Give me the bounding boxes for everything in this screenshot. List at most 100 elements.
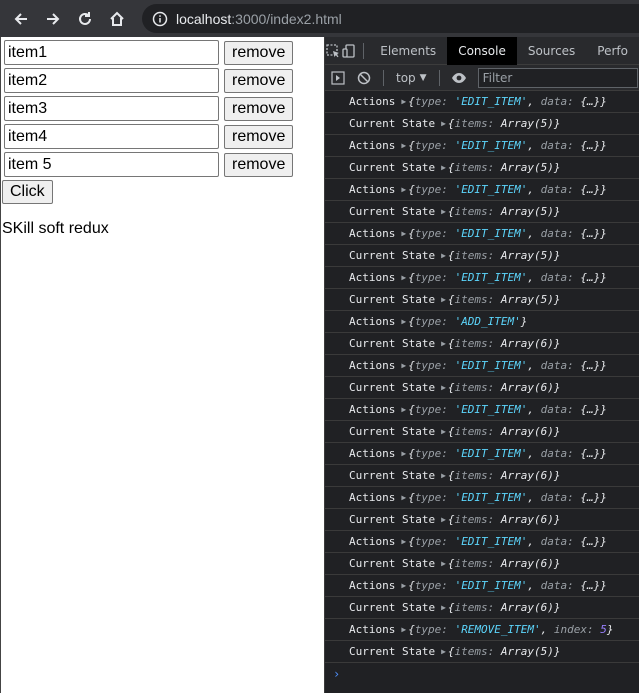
expand-triangle-icon[interactable]: ▶: [441, 383, 446, 392]
console-row[interactable]: Actions ▶ {type: 'REMOVE_ITEM', index: 5}: [325, 619, 639, 641]
console-row[interactable]: Current State ▶ {items: Array(6)}: [325, 377, 639, 399]
expand-triangle-icon[interactable]: ▶: [441, 515, 446, 524]
log-object[interactable]: {type: 'EDIT_ITEM', data: {…}}: [408, 579, 607, 592]
expand-triangle-icon[interactable]: ▶: [401, 97, 406, 106]
expand-triangle-icon[interactable]: ▶: [441, 119, 446, 128]
log-object[interactable]: {type: 'EDIT_ITEM', data: {…}}: [408, 271, 607, 284]
console-row[interactable]: Current State ▶ {items: Array(6)}: [325, 465, 639, 487]
address-bar[interactable]: localhost:3000/index2.html: [142, 4, 639, 33]
console-row[interactable]: Current State ▶ {items: Array(6)}: [325, 553, 639, 575]
console-row[interactable]: Current State ▶ {items: Array(5)}: [325, 157, 639, 179]
console-row[interactable]: Current State ▶ {items: Array(5)}: [325, 201, 639, 223]
console-row[interactable]: Actions ▶ {type: 'EDIT_ITEM', data: {…}}: [325, 575, 639, 597]
log-object[interactable]: {items: Array(6)}: [448, 513, 561, 526]
remove-button[interactable]: remove: [224, 152, 294, 177]
reload-button[interactable]: [74, 8, 96, 30]
console-row[interactable]: Current State ▶ {items: Array(5)}: [325, 245, 639, 267]
remove-button[interactable]: remove: [224, 68, 294, 93]
console-row[interactable]: Current State ▶ {items: Array(6)}: [325, 333, 639, 355]
console-row[interactable]: Current State ▶ {items: Array(6)}: [325, 509, 639, 531]
tab-performance[interactable]: Perfo: [586, 37, 639, 65]
console-row[interactable]: Current State ▶ {items: Array(5)}: [325, 113, 639, 135]
sidebar-toggle-icon[interactable]: [325, 65, 351, 91]
log-object[interactable]: {type: 'EDIT_ITEM', data: {…}}: [408, 535, 607, 548]
expand-triangle-icon[interactable]: ▶: [441, 427, 446, 436]
expand-triangle-icon[interactable]: ▶: [401, 185, 406, 194]
console-row[interactable]: Current State ▶ {items: Array(6)}: [325, 421, 639, 443]
expand-triangle-icon[interactable]: ▶: [441, 559, 446, 568]
forward-button[interactable]: [42, 8, 64, 30]
item-input[interactable]: [4, 152, 219, 177]
log-object[interactable]: {type: 'EDIT_ITEM', data: {…}}: [408, 447, 607, 460]
clear-console-icon[interactable]: [351, 65, 377, 91]
remove-button[interactable]: remove: [224, 40, 294, 65]
console-row[interactable]: Actions ▶ {type: 'EDIT_ITEM', data: {…}}: [325, 135, 639, 157]
expand-triangle-icon[interactable]: ▶: [401, 273, 406, 282]
log-object[interactable]: {type: 'ADD_ITEM'}: [408, 315, 527, 328]
filter-input[interactable]: Filter: [477, 67, 638, 88]
expand-triangle-icon[interactable]: ▶: [401, 405, 406, 414]
log-object[interactable]: {items: Array(5)}: [448, 161, 561, 174]
log-object[interactable]: {items: Array(5)}: [448, 117, 561, 130]
console-row[interactable]: Current State ▶ {items: Array(5)}: [325, 641, 639, 663]
console-row[interactable]: Actions ▶ {type: 'EDIT_ITEM', data: {…}}: [325, 487, 639, 509]
log-object[interactable]: {items: Array(6)}: [448, 601, 561, 614]
log-object[interactable]: {items: Array(5)}: [448, 205, 561, 218]
tab-elements[interactable]: Elements: [369, 37, 447, 65]
log-object[interactable]: {items: Array(6)}: [448, 469, 561, 482]
expand-triangle-icon[interactable]: ▶: [401, 141, 406, 150]
expand-triangle-icon[interactable]: ▶: [441, 163, 446, 172]
home-button[interactable]: [106, 8, 128, 30]
tab-console[interactable]: Console: [447, 36, 517, 65]
console-row[interactable]: Actions ▶ {type: 'EDIT_ITEM', data: {…}}: [325, 443, 639, 465]
item-input[interactable]: [4, 40, 219, 65]
console-row[interactable]: Actions ▶ {type: 'EDIT_ITEM', data: {…}}: [325, 531, 639, 553]
console-row[interactable]: Actions ▶ {type: 'EDIT_ITEM', data: {…}}: [325, 267, 639, 289]
expand-triangle-icon[interactable]: ▶: [441, 603, 446, 612]
log-object[interactable]: {type: 'EDIT_ITEM', data: {…}}: [408, 95, 607, 108]
console-row[interactable]: Actions ▶ {type: 'EDIT_ITEM', data: {…}}: [325, 223, 639, 245]
log-object[interactable]: {type: 'EDIT_ITEM', data: {…}}: [408, 403, 607, 416]
tab-sources[interactable]: Sources: [517, 37, 586, 65]
expand-triangle-icon[interactable]: ▶: [441, 207, 446, 216]
log-object[interactable]: {items: Array(6)}: [448, 557, 561, 570]
log-object[interactable]: {items: Array(5)}: [448, 645, 561, 658]
log-object[interactable]: {type: 'EDIT_ITEM', data: {…}}: [408, 491, 607, 504]
log-object[interactable]: {type: 'EDIT_ITEM', data: {…}}: [408, 227, 607, 240]
console-prompt[interactable]: ›: [325, 663, 639, 685]
remove-button[interactable]: remove: [224, 124, 294, 149]
item-input[interactable]: [4, 124, 219, 149]
expand-triangle-icon[interactable]: ▶: [401, 229, 406, 238]
console-row[interactable]: Actions ▶ {type: 'EDIT_ITEM', data: {…}}: [325, 355, 639, 377]
expand-triangle-icon[interactable]: ▶: [441, 339, 446, 348]
expand-triangle-icon[interactable]: ▶: [401, 449, 406, 458]
log-object[interactable]: {type: 'EDIT_ITEM', data: {…}}: [408, 359, 607, 372]
console-row[interactable]: Current State ▶ {items: Array(6)}: [325, 597, 639, 619]
click-button[interactable]: Click: [2, 180, 53, 204]
expand-triangle-icon[interactable]: ▶: [441, 647, 446, 656]
console-row[interactable]: Actions ▶ {type: 'EDIT_ITEM', data: {…}}: [325, 179, 639, 201]
expand-triangle-icon[interactable]: ▶: [401, 317, 406, 326]
log-object[interactable]: {items: Array(5)}: [448, 249, 561, 262]
log-object[interactable]: {type: 'REMOVE_ITEM', index: 5}: [408, 623, 613, 636]
back-button[interactable]: [10, 8, 32, 30]
expand-triangle-icon[interactable]: ▶: [401, 581, 406, 590]
log-object[interactable]: {items: Array(6)}: [448, 337, 561, 350]
log-object[interactable]: {items: Array(5)}: [448, 293, 561, 306]
expand-triangle-icon[interactable]: ▶: [401, 493, 406, 502]
console-row[interactable]: Current State ▶ {items: Array(5)}: [325, 289, 639, 311]
console-row[interactable]: Actions ▶ {type: 'ADD_ITEM'}: [325, 311, 639, 333]
log-object[interactable]: {type: 'EDIT_ITEM', data: {…}}: [408, 183, 607, 196]
eye-icon[interactable]: [446, 65, 472, 91]
expand-triangle-icon[interactable]: ▶: [401, 625, 406, 634]
context-selector[interactable]: top ▼: [390, 71, 433, 85]
expand-triangle-icon[interactable]: ▶: [441, 295, 446, 304]
log-object[interactable]: {type: 'EDIT_ITEM', data: {…}}: [408, 139, 607, 152]
device-toolbar-icon[interactable]: [341, 37, 357, 65]
log-object[interactable]: {items: Array(6)}: [448, 425, 561, 438]
expand-triangle-icon[interactable]: ▶: [441, 471, 446, 480]
expand-triangle-icon[interactable]: ▶: [401, 361, 406, 370]
inspect-icon[interactable]: [325, 37, 341, 65]
remove-button[interactable]: remove: [224, 96, 294, 121]
console-row[interactable]: Actions ▶ {type: 'EDIT_ITEM', data: {…}}: [325, 91, 639, 113]
